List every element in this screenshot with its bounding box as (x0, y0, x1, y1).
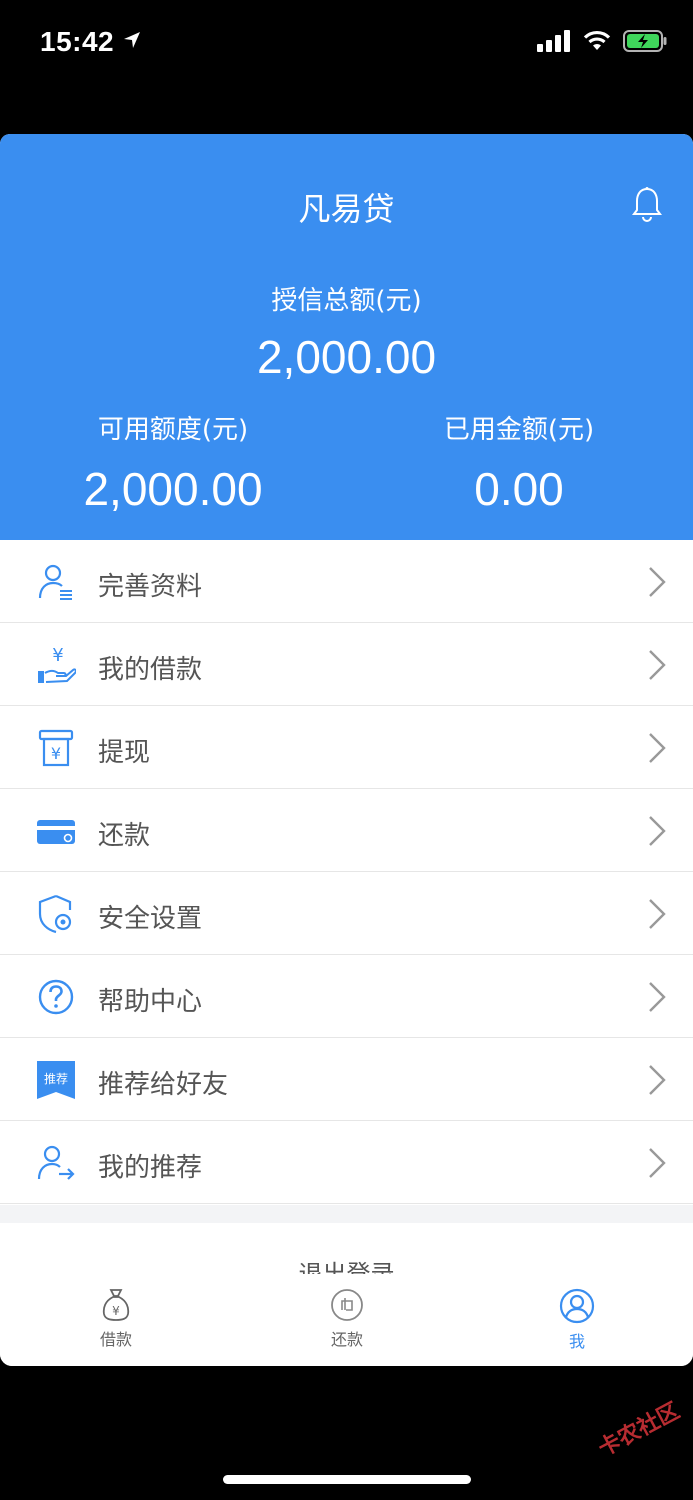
app-screen: 凡易贷 授信总额(元) 2,000.00 可用额度(元) 2,000.00 已用… (0, 134, 693, 1366)
bell-icon[interactable] (631, 186, 663, 222)
menu-list: 完善资料 ¥ 我的借款 ¥ 提现 还款 安全设置 帮助中心 推荐 推荐给好友 我… (0, 540, 693, 1204)
available-credit-value: 2,000.00 (83, 463, 263, 515)
used-amount-label: 已用金额(元) (443, 415, 595, 445)
used-amount-value: 0.00 (474, 463, 564, 515)
question-icon (38, 979, 74, 1015)
chevron-right-icon (649, 1148, 666, 1178)
watermark: 卡农社区 (594, 1398, 684, 1462)
svg-text:¥: ¥ (51, 744, 61, 763)
user-share-icon (37, 1145, 75, 1180)
menu-item-label: 我的推荐 (98, 1153, 203, 1183)
menu-item-label: 提现 (98, 738, 151, 768)
total-credit-value: 2,000.00 (256, 331, 437, 383)
wifi-icon (583, 30, 611, 50)
menu-item-help-center[interactable]: 帮助中心 (0, 955, 693, 1038)
app-title: 凡易贷 (298, 190, 395, 228)
header-card: 凡易贷 授信总额(元) 2,000.00 可用额度(元) 2,000.00 已用… (0, 134, 693, 540)
user-circle-icon (559, 1288, 595, 1324)
recommend-badge-text: 推荐 (44, 1072, 68, 1086)
card-icon (37, 820, 75, 844)
menu-item-label: 帮助中心 (98, 987, 203, 1017)
used-amount: 已用金额(元) 0.00 (346, 409, 692, 516)
status-time: 15:42 (40, 26, 140, 58)
home-indicator[interactable] (223, 1475, 471, 1484)
svg-text:¥: ¥ (52, 645, 63, 666)
location-arrow-icon (124, 32, 140, 48)
svg-text:¥: ¥ (112, 1304, 120, 1318)
repay-icon (331, 1289, 363, 1321)
tab-label: 还款 (330, 1330, 363, 1349)
menu-item-my-recommendations[interactable]: 我的推荐 (0, 1121, 693, 1204)
tab-me[interactable]: 我 (527, 1288, 627, 1352)
section-gap (0, 1205, 693, 1223)
tab-label: 我 (568, 1332, 585, 1351)
menu-item-my-loans[interactable]: ¥ 我的借款 (0, 623, 693, 706)
signal-icon (537, 30, 570, 52)
status-icons (537, 30, 667, 52)
hand-yuan-icon: ¥ (38, 645, 76, 683)
menu-item-complete-profile[interactable]: 完善资料 (0, 540, 693, 623)
total-credit-label: 授信总额(元) (271, 286, 422, 316)
cash-withdraw-icon: ¥ (38, 729, 74, 767)
chevron-right-icon (649, 1065, 666, 1095)
chevron-right-icon (649, 650, 666, 680)
available-credit-label: 可用额度(元) (97, 415, 249, 445)
shield-gear-icon (38, 894, 72, 934)
menu-item-label: 安全设置 (98, 904, 203, 934)
menu-item-security-settings[interactable]: 安全设置 (0, 872, 693, 955)
menu-item-label: 我的借款 (98, 655, 203, 685)
menu-item-recommend-friends[interactable]: 推荐 推荐给好友 (0, 1038, 693, 1121)
user-profile-icon (38, 564, 72, 600)
menu-item-label: 完善资料 (98, 572, 203, 602)
tab-label: 借款 (99, 1330, 132, 1349)
chevron-right-icon (649, 733, 666, 763)
chevron-right-icon (649, 816, 666, 846)
tab-loan[interactable]: ¥ 借款 (66, 1288, 166, 1350)
tab-bar: ¥ 借款 还款 我 (0, 1274, 693, 1366)
menu-item-withdraw[interactable]: ¥ 提现 (0, 706, 693, 789)
menu-item-repay[interactable]: 还款 (0, 789, 693, 872)
status-bar: 15:42 (0, 0, 693, 86)
menu-item-label: 推荐给好友 (98, 1070, 229, 1100)
logout-button[interactable]: 退出登录 (0, 1254, 693, 1274)
available-credit: 可用额度(元) 2,000.00 (0, 409, 346, 516)
chevron-right-icon (649, 899, 666, 929)
chevron-right-icon (649, 982, 666, 1012)
tab-repay[interactable]: 还款 (297, 1288, 397, 1350)
chevron-right-icon (649, 567, 666, 597)
money-bag-icon: ¥ (102, 1289, 130, 1321)
menu-item-label: 还款 (98, 821, 151, 851)
recommend-bookmark-icon: 推荐 (37, 1061, 75, 1099)
battery-icon (623, 30, 667, 52)
